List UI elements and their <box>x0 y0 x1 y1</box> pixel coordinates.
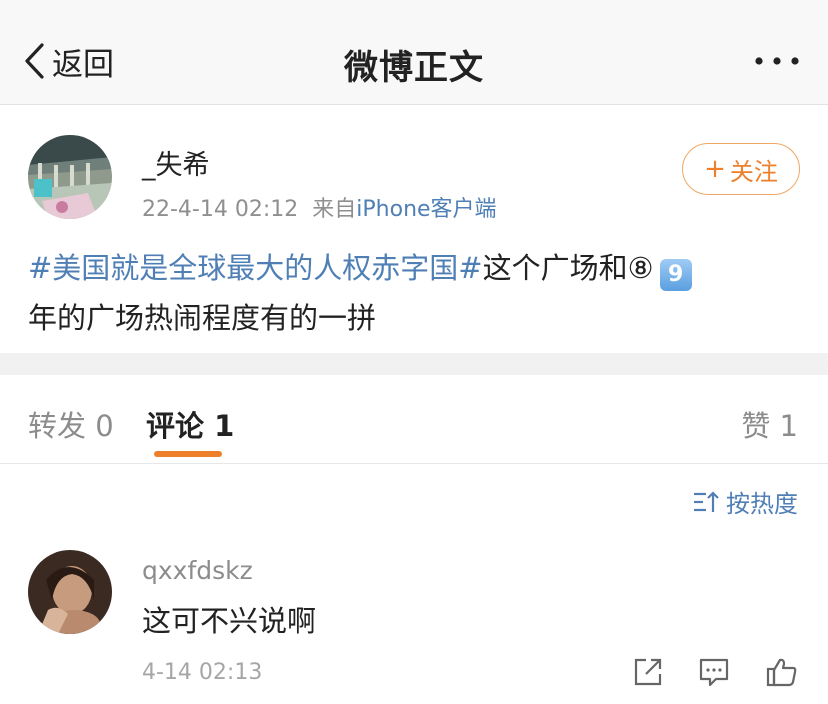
post-source[interactable]: iPhone客户端 <box>356 197 496 222</box>
tab-repost[interactable]: 转发 0 <box>28 403 114 445</box>
post-text-1: 这个广场和⑧ <box>482 251 654 285</box>
follow-button[interactable]: + 关注 <box>682 143 800 195</box>
tab-bar: 转发 0 评论 1 赞 1 <box>0 375 828 464</box>
page-title: 微博正文 <box>344 48 484 88</box>
follow-label: 关注 <box>729 157 778 186</box>
plus-icon: + <box>704 154 726 184</box>
post-card: _失希 22-4-14 02:12 来自iPhone客户端 + 关注 #美国就是… <box>0 105 828 353</box>
sort-button[interactable]: 按热度 <box>692 484 798 519</box>
post-source-prefix: 来自 <box>312 197 357 222</box>
active-tab-indicator <box>154 451 222 457</box>
post-content: #美国就是全球最大的人权赤字国#这个广场和⑧ 9 年的广场热闹程度有的一拼 <box>28 243 808 343</box>
post-time: 22-4-14 02:12 <box>142 197 299 222</box>
post-username[interactable]: _失希 <box>142 143 210 182</box>
avatar[interactable] <box>28 135 112 219</box>
tab-like[interactable]: 赞 1 <box>741 403 798 445</box>
sort-icon <box>694 490 719 512</box>
commenter-avatar[interactable] <box>28 550 112 634</box>
sort-label: 按热度 <box>726 490 798 518</box>
keycap-9-emoji: 9 <box>659 259 692 291</box>
comment-icon[interactable] <box>698 656 730 688</box>
post-meta: 22-4-14 02:12 来自iPhone客户端 <box>142 191 497 223</box>
section-divider <box>0 353 828 375</box>
tab-comment[interactable]: 评论 1 <box>146 403 234 445</box>
more-options-icon[interactable] <box>752 48 802 74</box>
commenter-username[interactable]: qxxfdskz <box>142 556 253 585</box>
share-icon[interactable] <box>632 656 664 688</box>
comment-time: 4-14 02:13 <box>142 660 263 685</box>
post-text-2: 年的广场热闹程度有的一拼 <box>28 301 377 335</box>
topic-link[interactable]: #美国就是全球最大的人权赤字国# <box>28 251 483 285</box>
comment-text: 这可不兴说啊 <box>142 604 317 638</box>
navigation-bar: 返回 微博正文 <box>0 0 828 105</box>
like-icon[interactable] <box>766 656 798 688</box>
